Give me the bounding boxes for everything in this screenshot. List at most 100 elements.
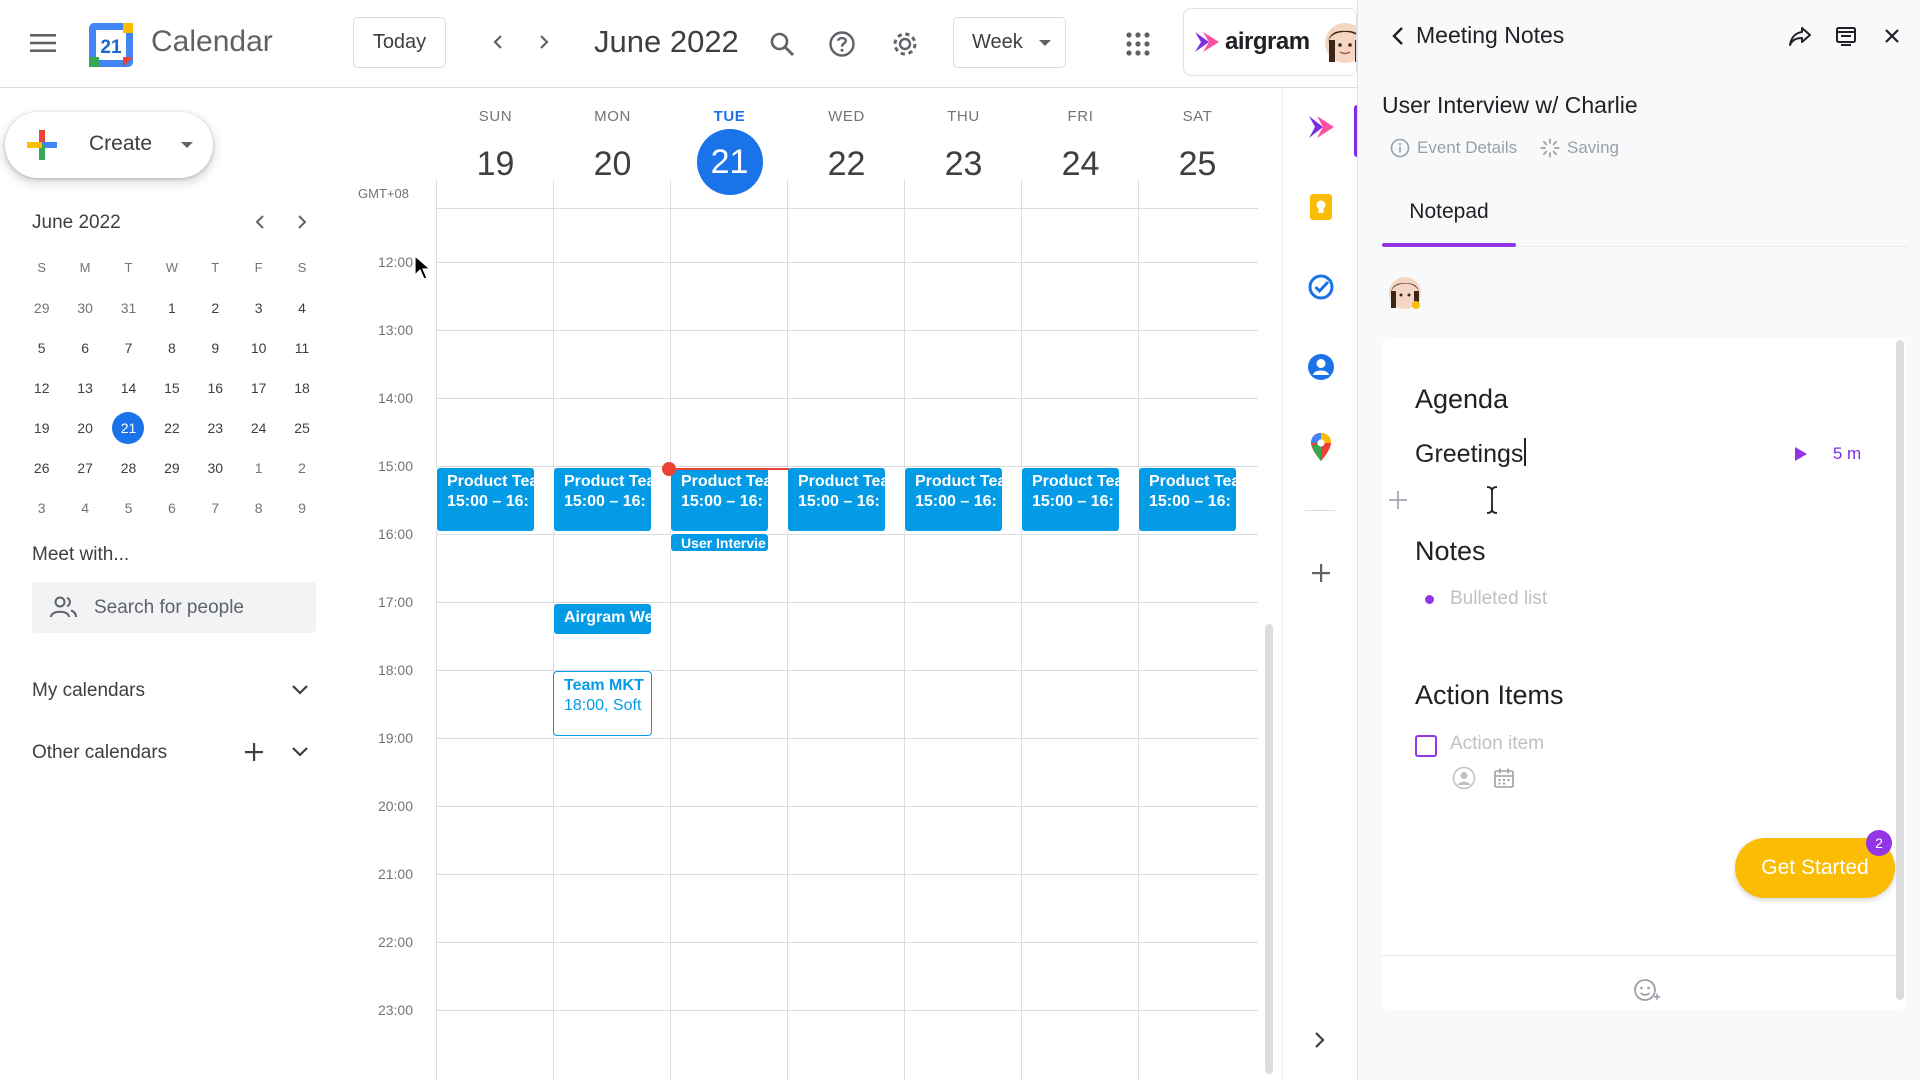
day-column-divider (787, 180, 788, 1080)
event-user-interview[interactable]: User Intervie (670, 533, 769, 552)
day-number[interactable]: 24 (1022, 131, 1139, 197)
day-number[interactable]: 25 (1139, 131, 1256, 197)
action-items-heading[interactable]: Action Items (1415, 680, 1564, 711)
event-title: Product Tea (1149, 473, 1237, 490)
agenda-play-icon[interactable] (1790, 444, 1810, 464)
current-time-line (669, 468, 789, 470)
panel-title: Meeting Notes (1416, 22, 1565, 48)
day-number-today[interactable]: 21 (696, 129, 763, 195)
time-label: 23:00 (377, 1002, 413, 1018)
notes-heading[interactable]: Notes (1415, 536, 1486, 567)
day-number[interactable]: 20 (554, 131, 671, 197)
day-header-sat[interactable]: SAT 25 (1139, 108, 1256, 197)
time-label: 20:00 (377, 798, 413, 814)
day-number[interactable]: 22 (788, 131, 905, 197)
action-item-checkbox[interactable] (1415, 735, 1437, 757)
airgram-addon-icon[interactable] (1304, 110, 1338, 144)
day-name: FRI (1067, 108, 1094, 125)
back-chevron-icon[interactable] (1386, 24, 1410, 48)
hide-side-panel-chevron-icon[interactable] (1308, 1028, 1332, 1052)
action-item-placeholder[interactable]: Action item (1450, 733, 1544, 755)
day-column-divider (904, 180, 905, 1080)
bulleted-list-placeholder[interactable]: Bulleted list (1450, 588, 1547, 610)
agenda-item-label: Greetings (1415, 440, 1524, 468)
time-label: 19:00 (377, 730, 413, 746)
event-details-link[interactable]: Event Details (1390, 138, 1517, 158)
day-header-tue-today[interactable]: TUE 21 (671, 108, 788, 195)
event-team-mkt[interactable]: Team MKT 18:00, Soft (553, 671, 652, 736)
event-title: Team MKT (564, 677, 644, 694)
event-title: Product Tea (681, 473, 769, 490)
day-header-mon[interactable]: MON 20 (554, 108, 671, 197)
contacts-icon[interactable] (1304, 350, 1338, 384)
keep-notes-icon[interactable] (1304, 190, 1338, 224)
participant-avatar-icon[interactable] (1388, 276, 1422, 310)
day-header-thu[interactable]: THU 23 (905, 108, 1022, 197)
share-icon[interactable] (1786, 22, 1814, 50)
day-name: TUE (713, 108, 746, 125)
event-product-team-sun[interactable]: Product Tea 15:00 – 16: (436, 467, 535, 532)
day-number[interactable]: 19 (437, 131, 554, 197)
event-product-team-wed[interactable]: Product Tea 15:00 – 16: (787, 467, 886, 532)
notification-badge: 2 (1866, 830, 1892, 856)
event-product-team-fri[interactable]: Product Tea 15:00 – 16: (1021, 467, 1120, 532)
meeting-title: User Interview w/ Charlie (1382, 92, 1638, 118)
text-caret (1524, 438, 1527, 466)
event-time: 15:00 – 16: (447, 493, 529, 510)
close-icon[interactable] (1878, 22, 1906, 50)
time-label: 21:00 (377, 866, 413, 882)
hour-line (436, 874, 1258, 875)
add-block-plus-icon[interactable] (1384, 486, 1412, 514)
assignee-avatar-icon[interactable] (1452, 766, 1476, 790)
time-label: 14:00 (377, 390, 413, 406)
day-name: THU (947, 108, 980, 125)
event-time: 15:00 – 16: (564, 493, 646, 510)
time-label: 12:00 (377, 254, 413, 270)
maps-pin-icon[interactable] (1304, 430, 1338, 464)
day-column-divider (1138, 180, 1139, 1080)
event-title: User Intervie (681, 535, 766, 551)
text-cursor-ibeam-icon (1486, 486, 1498, 514)
event-product-team-tue[interactable]: Product Tea 15:00 – 16: (670, 467, 769, 532)
day-header-sun[interactable]: SUN 19 (437, 108, 554, 197)
time-label: 13:00 (377, 322, 413, 338)
time-label: 16:00 (377, 526, 413, 542)
hour-line (436, 806, 1258, 807)
tasks-icon[interactable] (1304, 270, 1338, 304)
day-column-divider (1021, 180, 1022, 1080)
notepad-scrollbar[interactable] (1896, 340, 1904, 1000)
event-title: Product Tea (1032, 473, 1120, 490)
hour-line (436, 1010, 1258, 1011)
hour-line (436, 738, 1258, 739)
grid-scrollbar[interactable] (1265, 624, 1273, 1074)
event-time: 15:00 – 16: (681, 493, 763, 510)
mouse-pointer-icon (414, 255, 432, 280)
selected-day-number: 21 (120, 420, 137, 436)
event-airgram-webinar[interactable]: Airgram We (553, 603, 652, 635)
agenda-heading[interactable]: Agenda (1415, 384, 1508, 415)
hour-line (436, 942, 1258, 943)
add-reaction-emoji-icon[interactable] (1632, 976, 1660, 1004)
hour-line (436, 330, 1258, 331)
tab-notepad[interactable]: Notepad (1382, 200, 1516, 248)
agenda-item-text[interactable]: Greetings (1415, 438, 1527, 469)
day-column-divider (670, 180, 671, 1080)
info-icon (1390, 138, 1410, 158)
agenda-duration[interactable]: 5 m (1825, 442, 1869, 466)
day-name: SAT (1182, 108, 1213, 125)
event-time: 15:00 – 16: (915, 493, 997, 510)
event-product-team-thu[interactable]: Product Tea 15:00 – 16: (904, 467, 1003, 532)
day-header-wed[interactable]: WED 22 (788, 108, 905, 197)
day-header-fri[interactable]: FRI 24 (1022, 108, 1139, 197)
day-number[interactable]: 23 (905, 131, 1022, 197)
current-time-dot (662, 462, 676, 476)
event-product-team-mon[interactable]: Product Tea 15:00 – 16: (553, 467, 652, 532)
open-in-window-icon[interactable] (1832, 22, 1860, 50)
time-label: 15:00 (377, 458, 413, 474)
time-label: 22:00 (377, 934, 413, 950)
event-product-team-sat[interactable]: Product Tea 15:00 – 16: (1138, 467, 1237, 532)
get-addons-plus-icon[interactable] (1304, 556, 1338, 590)
panel-footer-divider (1381, 955, 1901, 956)
user-avatar-icon[interactable] (1324, 22, 1357, 64)
due-date-calendar-icon[interactable] (1492, 766, 1516, 790)
